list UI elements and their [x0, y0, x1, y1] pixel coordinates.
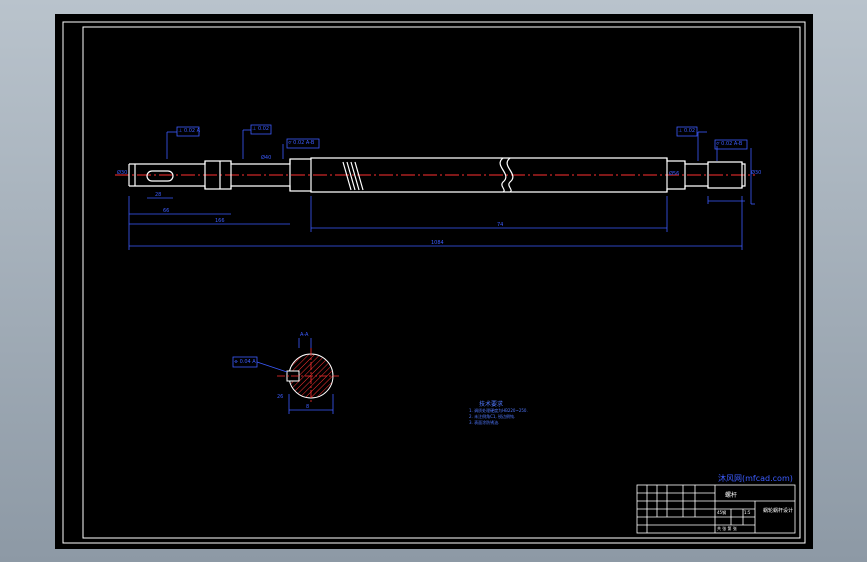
dim-seg2: 166: [215, 218, 225, 224]
sheet-info: 共 张 第 张: [717, 526, 737, 531]
tolerance-frame-4: ⊥ 0.02: [678, 128, 696, 134]
dimension-lines: [128, 129, 755, 250]
scale: 1:5: [744, 510, 751, 515]
outer-frame: [62, 21, 806, 544]
dim-d-left: Ø30: [117, 170, 128, 176]
dim-overall: 1084: [431, 240, 444, 246]
section-view: [256, 338, 339, 414]
dim-seg1: 66: [163, 208, 170, 214]
dim-d-right: Ø30: [751, 170, 762, 176]
tolerance-frame-6: ⌯ 0.04 A: [234, 359, 256, 365]
dim-keyway-length: 28: [155, 192, 162, 198]
section-label: A-A: [300, 332, 309, 338]
section-width-dim: 8: [306, 404, 310, 410]
dim-d-body: Ø56: [669, 171, 680, 177]
tolerance-frame-3: ⌭ 0.02 A-B: [288, 140, 315, 146]
material: 45钢: [717, 510, 727, 515]
tolerance-frame-1: ⊥ 0.02 A: [178, 128, 201, 134]
section-depth-dim: 26: [277, 394, 284, 400]
tech-requirements: 技术要求 1. 调质处理硬度为HB220~250. 2. 未注倒角C1, 锐边倒…: [469, 402, 528, 426]
drawing-number: 蜗轮蜗杆设计: [763, 508, 794, 514]
tolerance-frame-5: ⌭ 0.02 A-B: [716, 141, 743, 147]
dim-long-span: 74: [497, 222, 504, 228]
part-name: 螺杆: [725, 492, 738, 499]
cad-viewport[interactable]: ⊥ 0.02 A ⊥ 0.02 ⌭ 0.02 A-B ⊥ 0.02 ⌭ 0.02…: [55, 14, 813, 549]
cad-drawing-sheet: [62, 21, 806, 544]
dim-d-mid: Ø40: [261, 155, 272, 161]
tech-line-3: 3. 表面涂防锈油.: [469, 420, 500, 425]
watermark-text: 沐风网(mfcad.com): [718, 474, 793, 483]
inner-frame: [82, 26, 801, 539]
tolerance-frame-2: ⊥ 0.02: [252, 126, 270, 132]
